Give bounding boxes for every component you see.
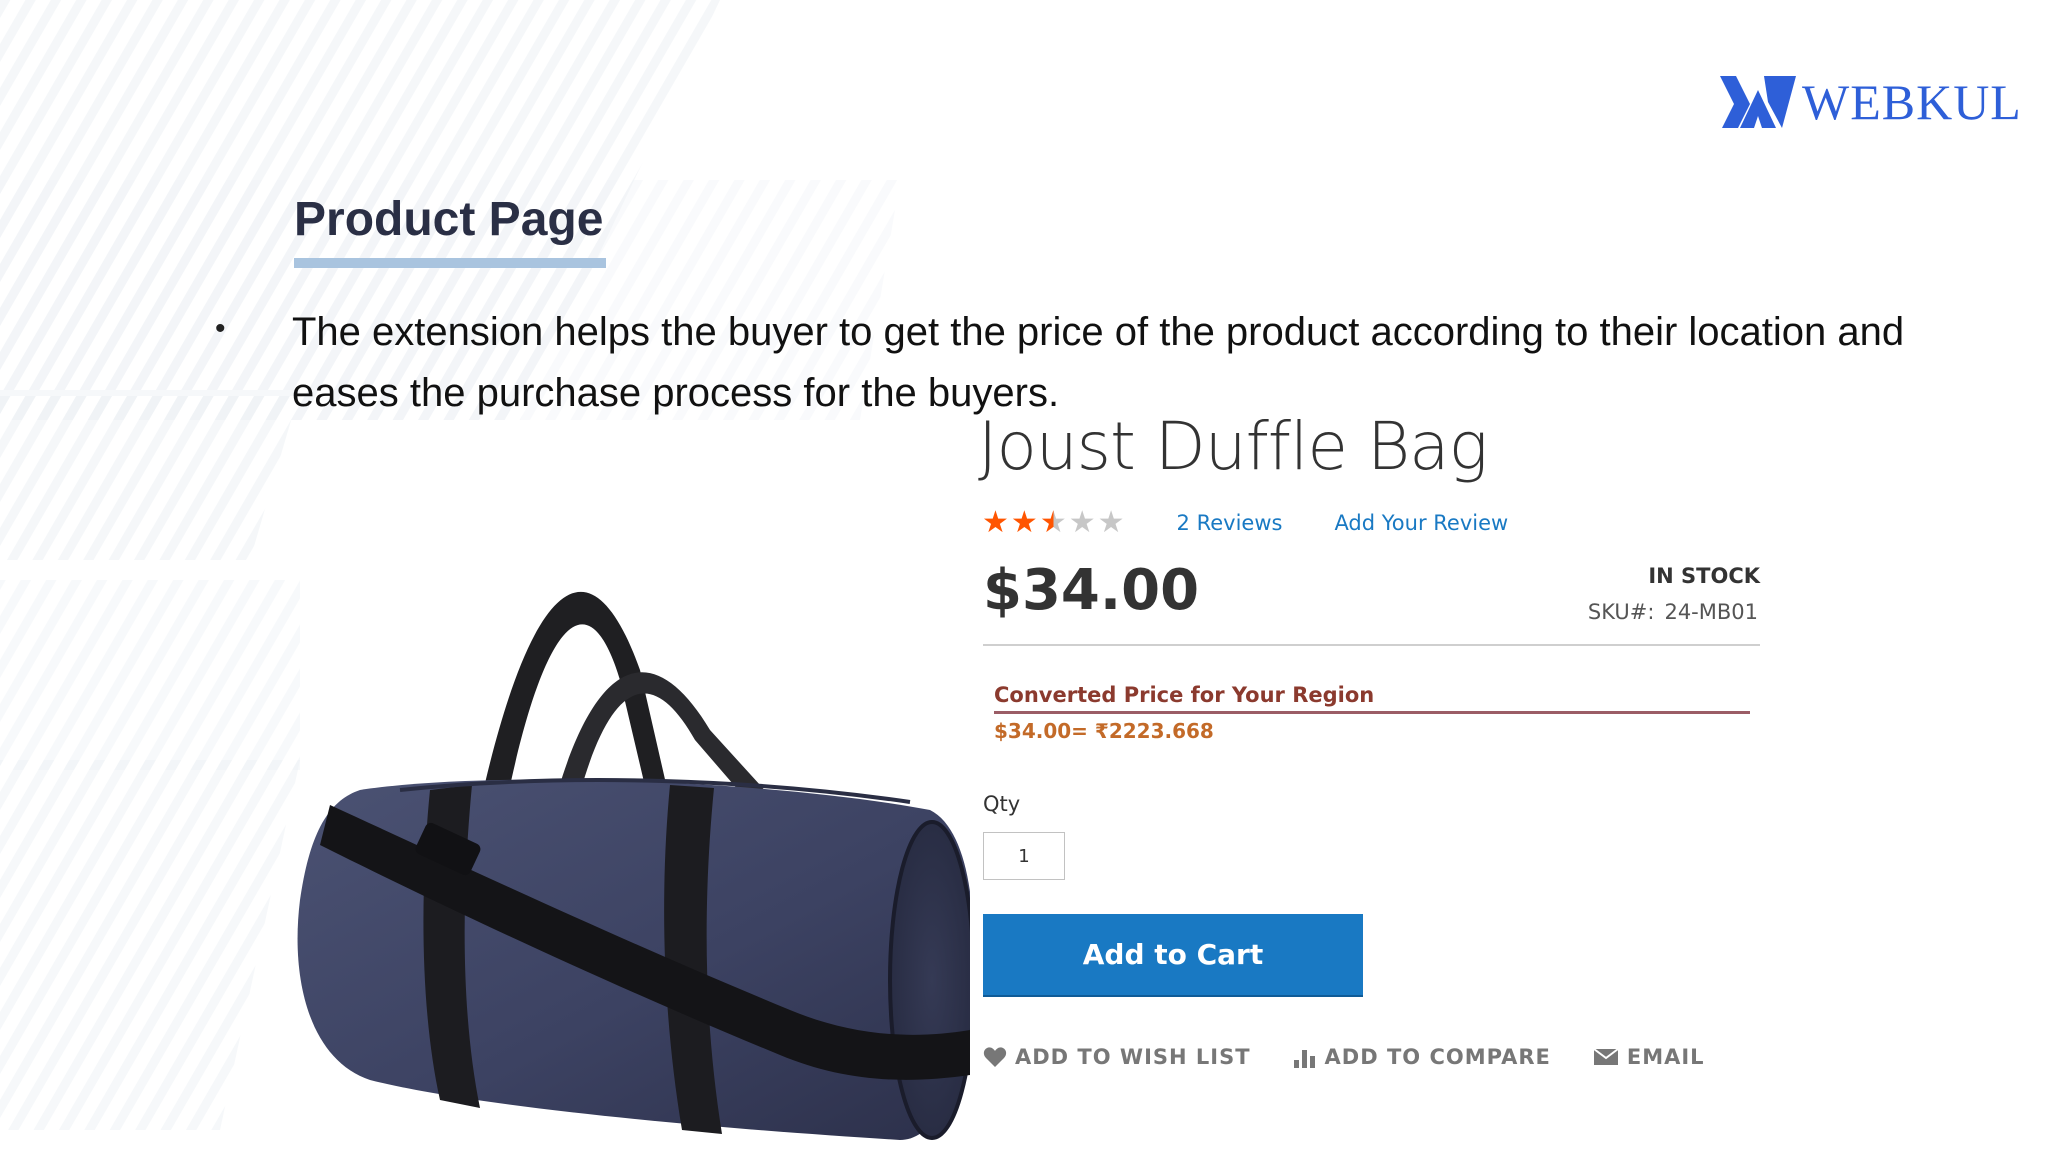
reviews-link[interactable]: 2 Reviews <box>1177 511 1283 535</box>
star-icon: ★ <box>1010 506 1038 539</box>
product-name: Joust Duffle Bag <box>978 408 1488 485</box>
bullet-dot: • <box>215 312 226 345</box>
add-to-cart-button[interactable]: Add to Cart <box>983 914 1363 995</box>
sku: SKU#: 24-MB01 <box>1588 600 1758 624</box>
qty-input[interactable] <box>983 832 1065 880</box>
logo-text: WEBKUL <box>1802 74 2022 130</box>
slide-title: Product Page <box>294 193 604 246</box>
empty-star-icon: ★ <box>1068 506 1096 539</box>
stock-status: IN STOCK <box>1648 564 1760 588</box>
compare-bars-icon <box>1293 1050 1315 1068</box>
converted-price-underline <box>994 711 1750 714</box>
converted-price-value: $34.00= ₹2223.668 <box>994 719 1214 743</box>
envelope-icon <box>1593 1048 1619 1065</box>
product-image <box>297 591 970 1140</box>
half-star-icon: ★ <box>1039 506 1067 539</box>
product-price: $34.00 <box>983 558 1200 623</box>
converted-price-title: Converted Price for Your Region <box>994 683 1375 707</box>
qty-label: Qty <box>983 792 1021 816</box>
product-actions: ADD TO WISH LIST ADD TO COMPARE EMAIL <box>983 1045 1747 1069</box>
compare-label: ADD TO COMPARE <box>1324 1045 1551 1069</box>
price-divider <box>983 644 1760 646</box>
email-link[interactable]: EMAIL <box>1593 1045 1705 1069</box>
add-to-wishlist-link[interactable]: ADD TO WISH LIST <box>983 1045 1251 1069</box>
empty-star-icon: ★ <box>1097 506 1125 539</box>
bullet-text: The extension helps the buyer to get the… <box>292 310 1905 415</box>
heart-icon <box>983 1047 1007 1067</box>
star-icon: ★ <box>982 506 1009 539</box>
product-rating: ★ ★ ★ ★ ★ 2 Reviews Add Your Review <box>982 508 1508 538</box>
rating-stars: ★ ★ ★ ★ ★ <box>982 508 1125 538</box>
sku-value: 24-MB01 <box>1664 600 1758 624</box>
sku-label: SKU#: <box>1587 600 1655 624</box>
wishlist-label: ADD TO WISH LIST <box>1015 1045 1251 1069</box>
email-label: EMAIL <box>1626 1045 1705 1069</box>
webkul-logo-icon <box>1720 76 1796 128</box>
add-to-compare-link[interactable]: ADD TO COMPARE <box>1293 1045 1551 1069</box>
add-review-link[interactable]: Add Your Review <box>1334 511 1508 535</box>
title-underline <box>294 258 606 268</box>
webkul-logo: WEBKUL <box>1718 72 2022 132</box>
